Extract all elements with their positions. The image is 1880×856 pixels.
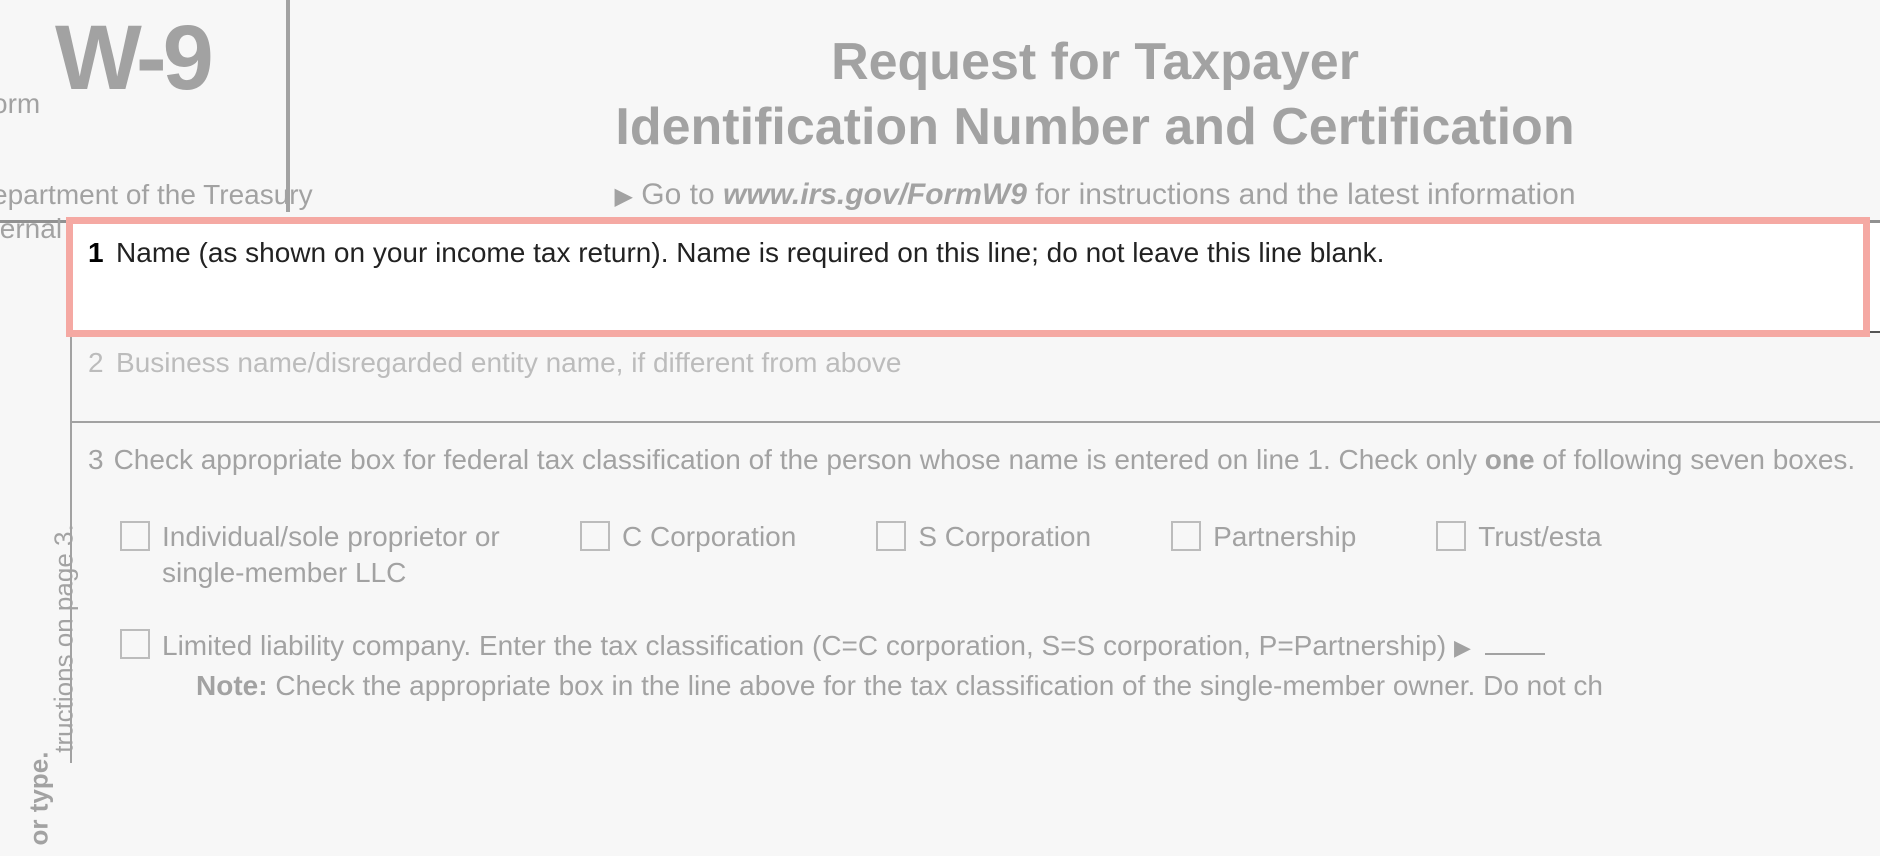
line3-number: 3 xyxy=(88,444,104,475)
line2-number: 2 xyxy=(88,347,104,378)
checkbox-llc[interactable]: Limited liability company. Enter the tax… xyxy=(120,627,1864,665)
line1-number: 1 xyxy=(88,237,104,268)
checkbox-box-icon[interactable] xyxy=(120,521,150,551)
checkbox-box-icon[interactable] xyxy=(1171,521,1201,551)
form-title: Request for Taxpayer Identification Numb… xyxy=(330,30,1860,160)
checkbox-trust[interactable]: Trust/esta xyxy=(1436,519,1601,592)
form-header: orm W-9 epartment of the Treasury ternal… xyxy=(0,0,1880,223)
field-line-1[interactable]: 1 Name (as shown on your income tax retu… xyxy=(72,223,1880,333)
note-text: Check the appropriate box in the line ab… xyxy=(268,670,1603,701)
form-w9-container: orm W-9 epartment of the Treasury ternal… xyxy=(0,0,1880,856)
form-body: tructions on page 3. or type. 1 Name (as… xyxy=(0,223,1880,763)
note-label: Note: xyxy=(196,670,268,701)
form-prefix-label: orm xyxy=(0,88,40,120)
llc-row: Limited liability company. Enter the tax… xyxy=(88,627,1864,703)
checkbox-box-icon[interactable] xyxy=(580,521,610,551)
arrow-right-icon: ▶ xyxy=(1454,635,1471,660)
line3-intro-suffix: of following seven boxes. xyxy=(1535,444,1856,475)
classification-checkbox-row: Individual/sole proprietor or single-mem… xyxy=(88,519,1864,592)
highlight-border xyxy=(66,217,1870,337)
header-left: orm W-9 epartment of the Treasury ternal… xyxy=(0,0,290,212)
checkbox-s-corp-label: S Corporation xyxy=(918,519,1091,555)
checkbox-trust-label: Trust/esta xyxy=(1478,519,1601,555)
checkbox-individual[interactable]: Individual/sole proprietor or single-mem… xyxy=(120,519,500,592)
side-text-type: or type. xyxy=(23,752,54,846)
dept-line-1: epartment of the Treasury xyxy=(0,179,313,210)
side-text-page3: tructions on page 3. xyxy=(49,524,80,752)
llc-note: Note: Check the appropriate box in the l… xyxy=(120,670,1864,702)
checkbox-individual-label: Individual/sole proprietor or single-mem… xyxy=(162,519,500,592)
line2-label: Business name/disregarded entity name, i… xyxy=(116,347,901,378)
line3-intro: Check appropriate box for federal tax cl… xyxy=(114,444,1485,475)
instr-suffix: for instructions and the latest informat… xyxy=(1027,178,1576,211)
instr-prefix: Go to xyxy=(641,178,723,211)
llc-main-text: Limited liability company. Enter the tax… xyxy=(162,630,1446,661)
title-line-1: Request for Taxpayer xyxy=(831,33,1359,91)
instr-url: www.irs.gov/FormW9 xyxy=(723,178,1027,211)
form-code: W-9 xyxy=(55,12,210,104)
line3-bold-one: one xyxy=(1485,444,1535,475)
checkbox-c-corp-label: C Corporation xyxy=(622,519,796,555)
title-line-2: Identification Number and Certification xyxy=(615,98,1574,156)
side-label-area: tructions on page 3. or type. xyxy=(0,223,70,763)
line3-header: 3 Check appropriate box for federal tax c… xyxy=(88,441,1864,479)
checkbox-box-icon[interactable] xyxy=(1436,521,1466,551)
header-right: Request for Taxpayer Identification Numb… xyxy=(290,0,1880,212)
checkbox-c-corp[interactable]: C Corporation xyxy=(580,519,796,592)
checkbox-box-icon[interactable] xyxy=(876,521,906,551)
field-line-2[interactable]: 2 Business name/disregarded entity name,… xyxy=(72,333,1880,423)
field-line-3: 3 Check appropriate box for federal tax c… xyxy=(72,423,1880,763)
instructions-link: ▶ Go to www.irs.gov/FormW9 for instructi… xyxy=(330,178,1860,212)
llc-classification-input[interactable] xyxy=(1485,653,1545,655)
llc-text-container: Limited liability company. Enter the tax… xyxy=(162,627,1545,665)
fields-area: 1 Name (as shown on your income tax retu… xyxy=(70,223,1880,763)
checkbox-box-icon[interactable] xyxy=(120,629,150,659)
checkbox-partnership-label: Partnership xyxy=(1213,519,1356,555)
checkbox-s-corp[interactable]: S Corporation xyxy=(876,519,1091,592)
line1-label: Name (as shown on your income tax return… xyxy=(116,237,1384,268)
checkbox-partnership[interactable]: Partnership xyxy=(1171,519,1356,592)
arrow-right-icon: ▶ xyxy=(614,183,632,210)
